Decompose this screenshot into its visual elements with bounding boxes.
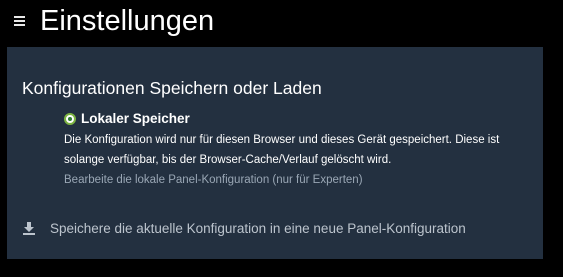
option-label: Lokaler Speicher [81,111,190,126]
section-title: Konfigurationen Speichern oder Laden [22,78,322,98]
download-icon [23,222,35,235]
edit-local-config-link[interactable]: Bearbeite die lokale Panel-Konfiguration… [64,170,534,190]
radio-selected-icon[interactable] [64,113,76,125]
local-storage-option: Lokaler Speicher Die Konfiguration wird … [64,110,534,190]
option-description: Die Konfiguration wird nur für diesen Br… [64,134,500,166]
settings-panel: Konfigurationen Speichern oder Laden Lok… [7,47,543,259]
hamburger-menu-icon[interactable] [14,16,25,27]
page-title: Einstellungen [40,5,215,37]
app-header: Einstellungen [0,0,563,44]
save-config-label: Speichere die aktuelle Konfiguration in … [50,221,466,236]
local-storage-radio-row[interactable]: Lokaler Speicher [64,110,534,128]
